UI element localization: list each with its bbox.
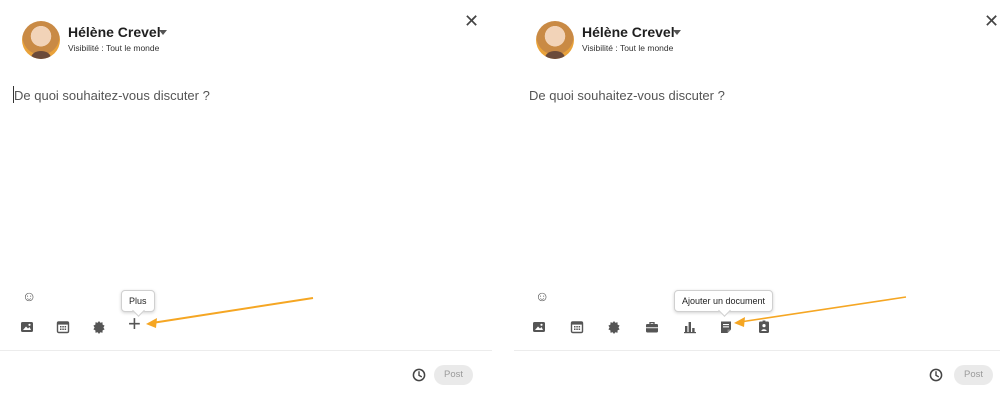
- post-text-input[interactable]: De quoi souhaitez-vous discuter ?: [529, 88, 725, 103]
- emoji-icon[interactable]: ☺: [535, 289, 549, 303]
- avatar[interactable]: [22, 21, 60, 59]
- divider: [514, 350, 1000, 351]
- post-button[interactable]: Post: [434, 365, 474, 385]
- chevron-down-icon[interactable]: [673, 30, 681, 35]
- close-icon[interactable]: ✕: [464, 12, 479, 30]
- chevron-down-icon[interactable]: [159, 30, 167, 35]
- post-button[interactable]: Post: [954, 365, 994, 385]
- clock-icon[interactable]: [412, 368, 426, 382]
- emoji-icon[interactable]: ☺: [22, 289, 36, 303]
- image-icon[interactable]: [20, 320, 34, 334]
- post-composer-left: Hélène Crevel Visibilité : Tout le monde…: [0, 0, 492, 400]
- avatar[interactable]: [536, 21, 574, 59]
- document-icon[interactable]: [719, 320, 733, 334]
- celebrate-icon[interactable]: [92, 320, 106, 334]
- briefcase-icon[interactable]: [645, 320, 659, 334]
- visibility-label: Visibilité : Tout le monde: [68, 43, 160, 53]
- visibility-label: Visibilité : Tout le monde: [582, 43, 674, 53]
- tooltip-add-document: Ajouter un document: [674, 290, 774, 312]
- image-icon[interactable]: [532, 320, 546, 334]
- poll-icon[interactable]: [683, 320, 697, 334]
- divider: [0, 350, 492, 351]
- user-name[interactable]: Hélène Crevel: [582, 24, 675, 40]
- user-name[interactable]: Hélène Crevel: [68, 24, 161, 40]
- post-text-input[interactable]: De quoi souhaitez-vous discuter ?: [14, 88, 210, 103]
- clock-icon[interactable]: [929, 368, 943, 382]
- celebrate-icon[interactable]: [607, 320, 621, 334]
- post-composer-right: Hélène Crevel Visibilité : Tout le monde…: [514, 0, 1000, 400]
- calendar-icon[interactable]: [570, 320, 584, 334]
- badge-icon[interactable]: [757, 320, 771, 334]
- close-icon[interactable]: ✕: [984, 12, 999, 30]
- calendar-icon[interactable]: [56, 320, 70, 334]
- tooltip-more: Plus: [121, 290, 155, 312]
